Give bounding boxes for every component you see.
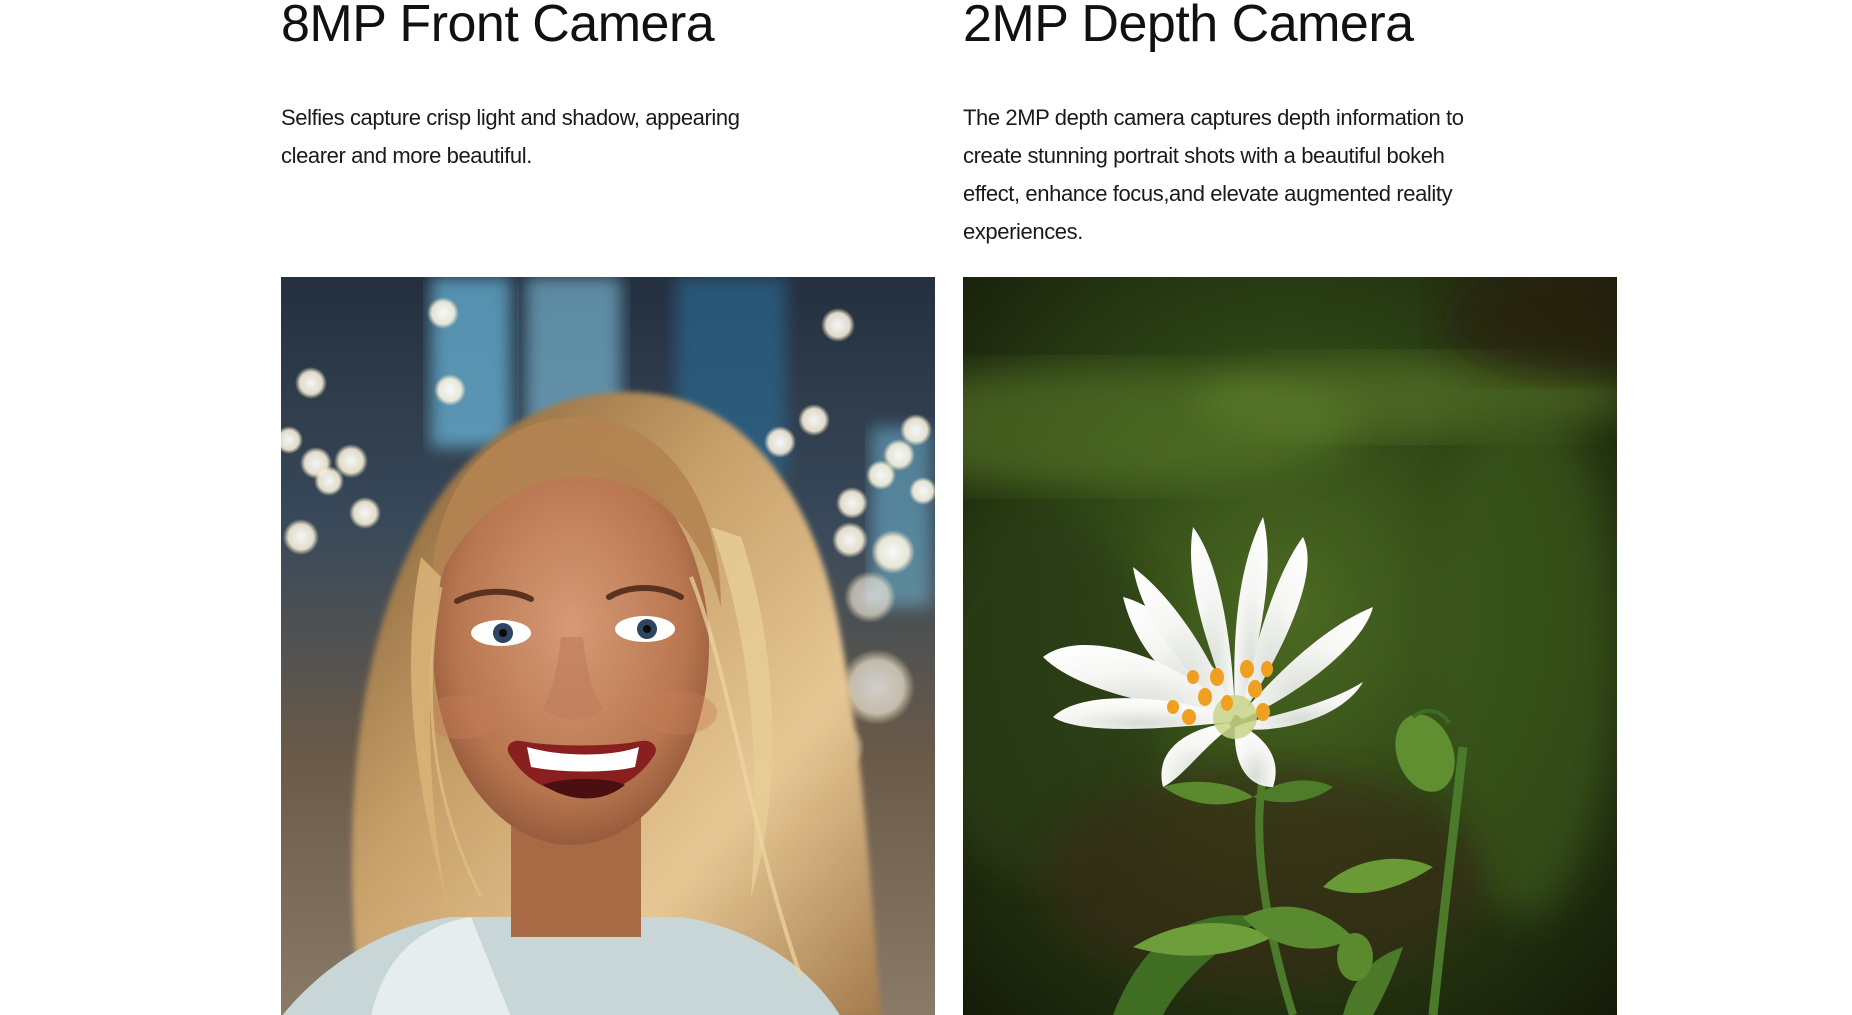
- front-camera-title: 8MP Front Camera: [281, 0, 715, 53]
- front-camera-description: Selfies capture crisp light and shadow, …: [281, 105, 740, 168]
- depth-camera-sample-photo: [963, 277, 1617, 1015]
- depth-camera-title: 2MP Depth Camera: [963, 0, 1414, 53]
- depth-camera-description: The 2MP depth camera captures depth info…: [963, 105, 1464, 244]
- front-camera-sample-photo: [281, 277, 935, 1015]
